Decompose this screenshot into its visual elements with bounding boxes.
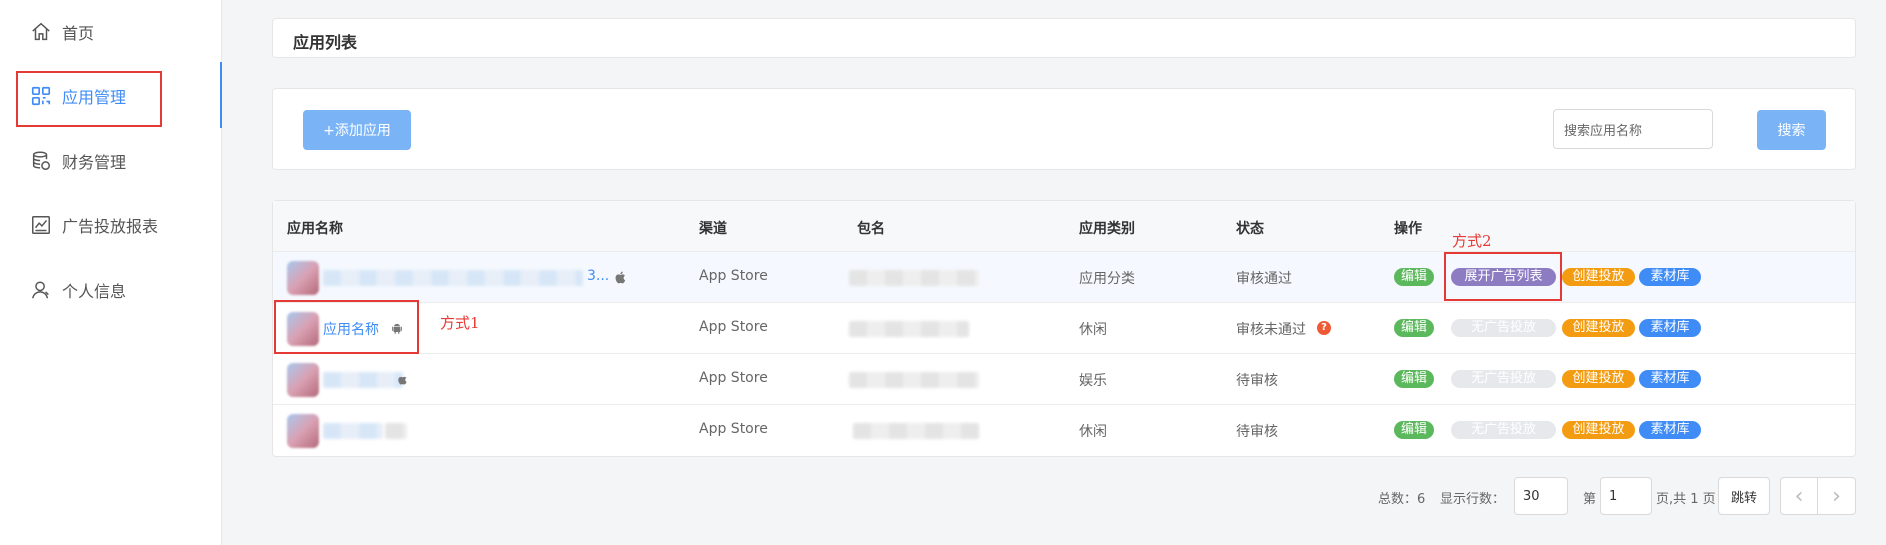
sidebar-item-ad-report[interactable]: 广告投放报表 [0, 193, 222, 257]
category-cell: 应用分类 [1079, 271, 1135, 287]
column-header: 操作 [1394, 221, 1422, 237]
package-redacted [849, 321, 969, 337]
sidebar-item-label: 个人信息 [62, 282, 127, 301]
package-redacted [853, 423, 979, 439]
channel-cell: App Store [699, 319, 768, 335]
edit-button[interactable]: 编辑 [1394, 268, 1434, 286]
status-cell: 待审核 [1236, 373, 1278, 389]
search-button[interactable]: 搜索 [1757, 110, 1826, 150]
status-cell: 待审核 [1236, 424, 1278, 440]
package-redacted [849, 372, 979, 388]
help-icon[interactable]: ? [1317, 321, 1331, 335]
category-cell: 休闲 [1079, 424, 1107, 440]
pager-nav: ‹ › [1780, 477, 1856, 515]
app-name-link[interactable]: 3... [587, 268, 609, 284]
table-row[interactable]: 3... App Store 应用分类 审核通过 编辑 展开广告列表 创建投放 … [273, 252, 1855, 303]
app-avatar [287, 363, 319, 397]
home-icon [32, 22, 50, 41]
page-header: 应用列表 [272, 18, 1856, 58]
edit-button[interactable]: 编辑 [1394, 370, 1434, 388]
create-campaign-button[interactable]: 创建投放 [1562, 268, 1635, 286]
app-name-redacted [323, 372, 403, 388]
column-header: 包名 [857, 221, 885, 237]
sidebar-item-label: 广告投放报表 [62, 217, 159, 236]
page-suffix: 页,共 1 页 [1656, 492, 1716, 507]
next-page-icon[interactable]: › [1818, 478, 1855, 514]
sidebar-item-home[interactable]: 首页 [0, 0, 222, 64]
annotation-method2: 方式2 [1452, 232, 1492, 250]
material-library-button[interactable]: 素材库 [1639, 421, 1701, 439]
column-header: 状态 [1236, 221, 1264, 237]
database-icon [32, 151, 50, 170]
highlight-box-method2 [1444, 252, 1562, 301]
category-cell: 休闲 [1079, 322, 1107, 338]
rows-per-page-input[interactable]: 30 [1514, 477, 1568, 515]
no-ads-button: 无广告投放 [1451, 319, 1556, 337]
status-cell: 审核未通过 [1236, 322, 1306, 338]
user-icon [32, 281, 49, 299]
table-row[interactable]: App Store 休闲 待审核 编辑 无广告投放 创建投放 素材库 [273, 405, 1855, 456]
app-name-redacted [323, 270, 583, 286]
material-library-button[interactable]: 素材库 [1639, 370, 1701, 388]
edit-button[interactable]: 编辑 [1394, 319, 1434, 337]
platform-icon-redacted [385, 423, 407, 439]
create-campaign-button[interactable]: 创建投放 [1562, 319, 1635, 337]
table-row[interactable]: 应用名称 App Store 休闲 审核未通过 ? 编辑 无广告投放 创建投放 … [273, 303, 1855, 354]
app-avatar [287, 414, 319, 448]
channel-cell: App Store [699, 268, 768, 284]
apple-icon [615, 271, 626, 284]
page-prefix: 第 [1583, 492, 1597, 507]
category-cell: 娱乐 [1079, 373, 1107, 389]
column-header: 应用类别 [1079, 221, 1135, 237]
rows-per-page-label: 显示行数： [1440, 492, 1506, 507]
app-avatar [287, 261, 319, 295]
no-ads-button: 无广告投放 [1451, 421, 1556, 439]
sidebar-item-label: 财务管理 [62, 153, 127, 172]
app-table: 应用名称 渠道 包名 应用类别 状态 操作 3... App Store 应用分… [272, 200, 1856, 457]
sidebar-item-finance[interactable]: 财务管理 [0, 129, 222, 193]
highlight-box-method1 [274, 300, 419, 354]
no-ads-button: 无广告投放 [1451, 370, 1556, 388]
edit-button[interactable]: 编辑 [1394, 421, 1434, 439]
annotation-method1: 方式1 [440, 314, 480, 332]
toolbar: +添加应用 搜索应用名称 搜索 [272, 88, 1856, 170]
sidebar-item-profile[interactable]: 个人信息 [0, 258, 222, 322]
page-title: 应用列表 [293, 33, 358, 52]
column-header: 应用名称 [287, 221, 343, 237]
prev-page-icon[interactable]: ‹ [1781, 478, 1819, 514]
material-library-button[interactable]: 素材库 [1639, 268, 1701, 286]
channel-cell: App Store [699, 370, 768, 386]
app-name-redacted [323, 423, 383, 439]
channel-cell: App Store [699, 421, 768, 437]
chart-icon [32, 216, 50, 234]
jump-button[interactable]: 跳转 [1718, 477, 1770, 515]
create-campaign-button[interactable]: 创建投放 [1562, 421, 1635, 439]
add-app-button[interactable]: +添加应用 [303, 110, 411, 150]
column-header: 渠道 [699, 221, 727, 237]
create-campaign-button[interactable]: 创建投放 [1562, 370, 1635, 388]
table-header: 应用名称 渠道 包名 应用类别 状态 操作 [273, 201, 1855, 252]
sidebar-item-label: 首页 [62, 24, 95, 43]
page-number-input[interactable]: 1 [1600, 477, 1652, 515]
active-indicator [220, 62, 222, 128]
material-library-button[interactable]: 素材库 [1639, 319, 1701, 337]
total-count: 总数：6 [1378, 492, 1426, 507]
status-cell: 审核通过 [1236, 271, 1292, 287]
highlight-box-nav [16, 71, 162, 127]
search-input[interactable]: 搜索应用名称 [1553, 109, 1713, 149]
package-redacted [849, 270, 979, 286]
apple-icon [398, 376, 407, 385]
table-row[interactable]: App Store 娱乐 待审核 编辑 无广告投放 创建投放 素材库 [273, 354, 1855, 405]
